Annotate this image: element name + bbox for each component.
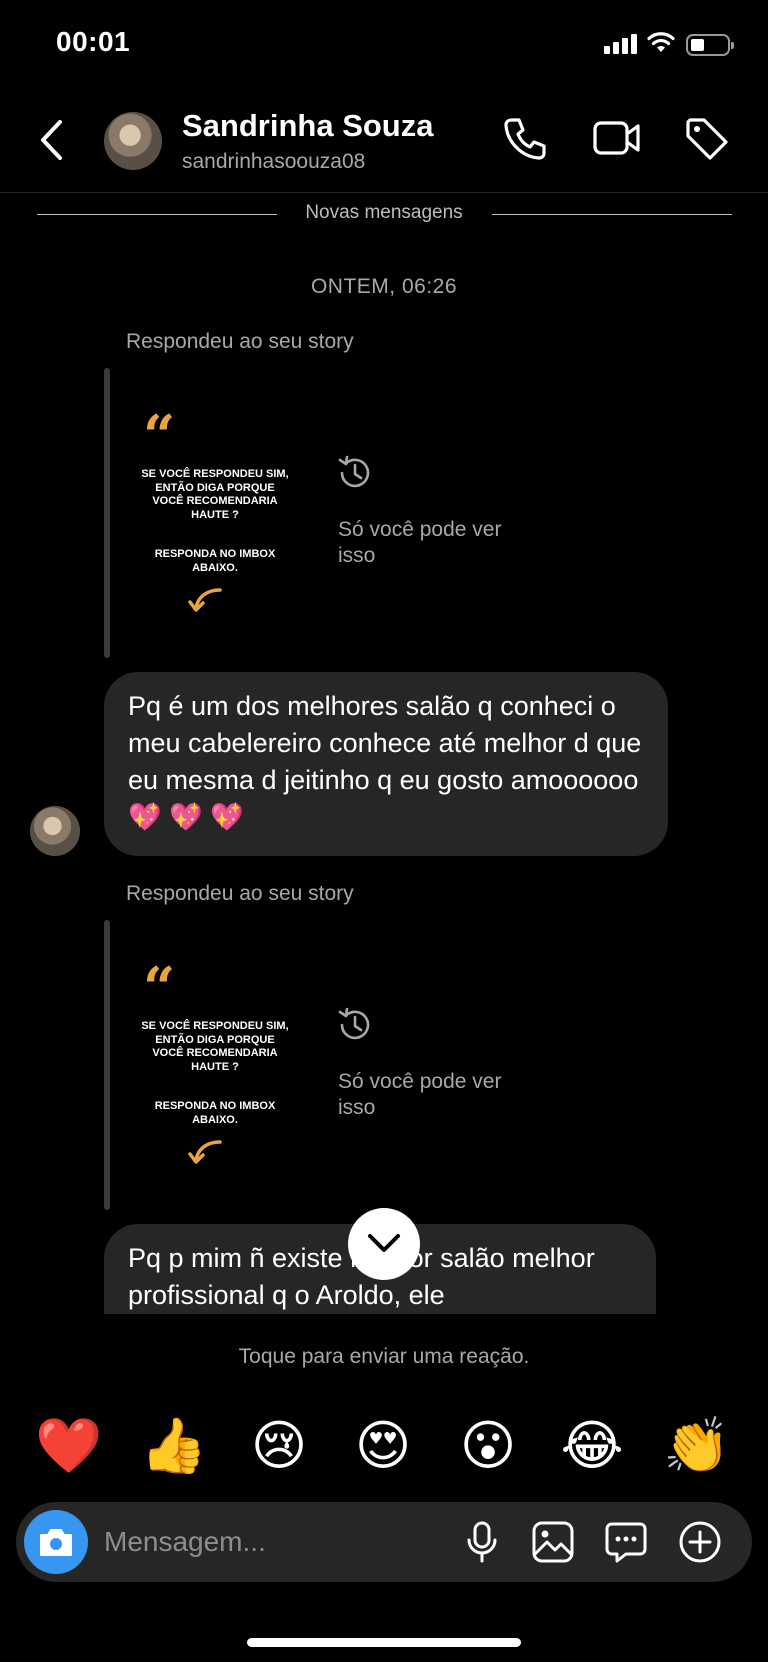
battery-icon — [686, 34, 734, 56]
contact-name[interactable]: Sandrinha Souza — [182, 108, 433, 144]
quote-icon: “ — [143, 403, 176, 469]
camera-icon — [40, 1529, 72, 1556]
reaction-clapping[interactable]: 👏 — [662, 1414, 732, 1478]
cellular-signal-icon — [604, 34, 637, 54]
phone-icon[interactable] — [502, 116, 548, 162]
quote-icon: “ — [143, 955, 176, 1021]
status-time: 00:01 — [56, 26, 131, 57]
message-bubble[interactable]: Pq é um dos melhores salão q conheci o m… — [104, 672, 668, 856]
story-quote-bar — [104, 368, 110, 658]
sticker-chat-icon[interactable] — [604, 1520, 648, 1564]
reaction-laughing[interactable]: 😂 — [557, 1414, 627, 1478]
private-notice: Só você pode ver isso — [338, 1070, 502, 1119]
sender-avatar[interactable] — [30, 806, 80, 856]
curved-arrow-icon — [188, 1140, 222, 1164]
message-timestamp: ONTEM, 06:26 — [310, 275, 458, 298]
video-camera-icon[interactable] — [592, 116, 642, 160]
reaction-heart-eyes[interactable]: 😍 — [348, 1414, 418, 1478]
camera-button[interactable] — [24, 1510, 88, 1574]
header-divider — [0, 192, 768, 193]
divider-line-right — [492, 214, 732, 215]
reaction-thumbs-up[interactable]: 👍 — [139, 1414, 209, 1478]
story-thumbnail[interactable]: “ SE VOCÊ RESPONDEU SIM, ENTÃO DIGA PORQ… — [140, 408, 290, 618]
message-input[interactable] — [104, 1522, 434, 1562]
history-clock-icon — [338, 455, 370, 488]
reaction-crying[interactable]: 😢 — [244, 1414, 314, 1478]
new-messages-divider-label: Novas mensagens — [305, 202, 463, 223]
story-cta: RESPONDA NO IMBOX ABAIXO. — [154, 1100, 276, 1126]
microphone-icon[interactable] — [464, 1520, 500, 1564]
story-reply-label: Respondeu ao seu story — [126, 882, 354, 905]
reaction-surprised[interactable]: 😮 — [453, 1414, 523, 1478]
gallery-icon[interactable] — [531, 1520, 575, 1564]
story-thumbnail[interactable]: “ SE VOCÊ RESPONDEU SIM, ENTÃO DIGA PORQ… — [140, 960, 290, 1170]
story-text: SE VOCÊ RESPONDEU SIM, ENTÃO DIGA PORQUE… — [141, 468, 289, 521]
plus-icon[interactable] — [678, 1520, 722, 1564]
private-notice: Só você pode ver isso — [338, 518, 502, 567]
contact-avatar[interactable] — [104, 112, 162, 170]
story-reply-label: Respondeu ao seu story — [126, 330, 354, 353]
contact-username[interactable]: sandrinhasoouza08 — [182, 150, 365, 174]
scroll-to-bottom-button[interactable] — [348, 1208, 420, 1280]
reaction-hint: Toque para enviar uma reação. — [238, 1345, 530, 1368]
chevron-down-icon — [368, 1234, 400, 1252]
story-text: SE VOCÊ RESPONDEU SIM, ENTÃO DIGA PORQUE… — [141, 1020, 289, 1073]
reaction-heart[interactable]: ❤️ — [34, 1414, 104, 1478]
back-chevron-icon[interactable] — [38, 118, 64, 162]
home-indicator — [247, 1638, 521, 1647]
story-quote-bar — [104, 920, 110, 1210]
tag-icon[interactable] — [684, 116, 730, 162]
wifi-icon — [647, 32, 675, 52]
history-clock-icon — [338, 1007, 370, 1040]
story-cta: RESPONDA NO IMBOX ABAIXO. — [154, 548, 276, 574]
curved-arrow-icon — [188, 588, 222, 612]
